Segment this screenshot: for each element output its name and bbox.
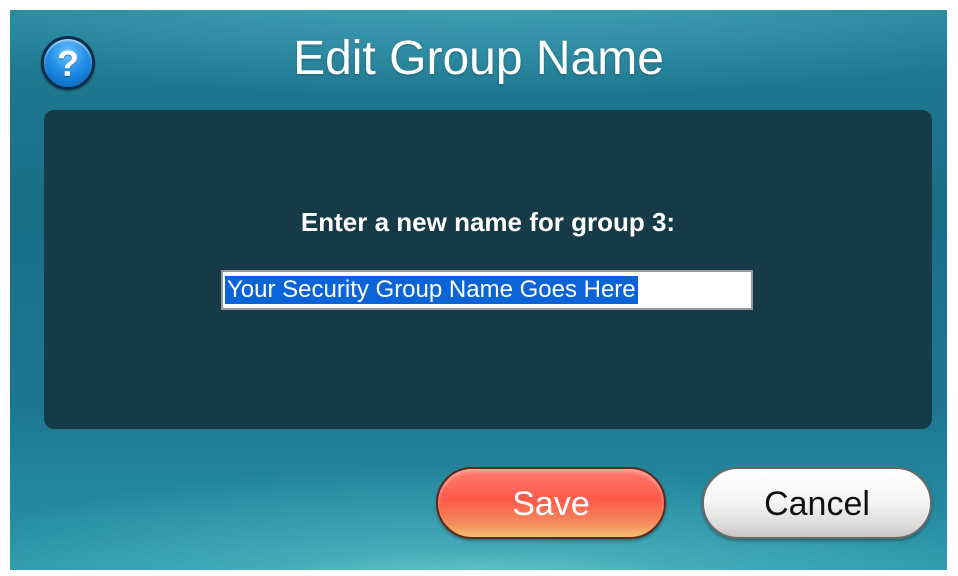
group-name-input[interactable]: Your Security Group Name Goes Here bbox=[221, 270, 753, 310]
group-name-prompt: Enter a new name for group 3: bbox=[300, 207, 676, 237]
group-name-value: Your Security Group Name Goes Here bbox=[225, 276, 638, 304]
content-panel: Enter a new name for group 3: Your Secur… bbox=[44, 110, 932, 429]
cancel-button[interactable]: Cancel bbox=[702, 467, 932, 539]
edit-group-name-dialog: ? Edit Group Name Enter a new name for g… bbox=[10, 10, 947, 570]
dialog-title: Edit Group Name bbox=[293, 32, 664, 85]
save-button[interactable]: Save bbox=[436, 467, 666, 539]
